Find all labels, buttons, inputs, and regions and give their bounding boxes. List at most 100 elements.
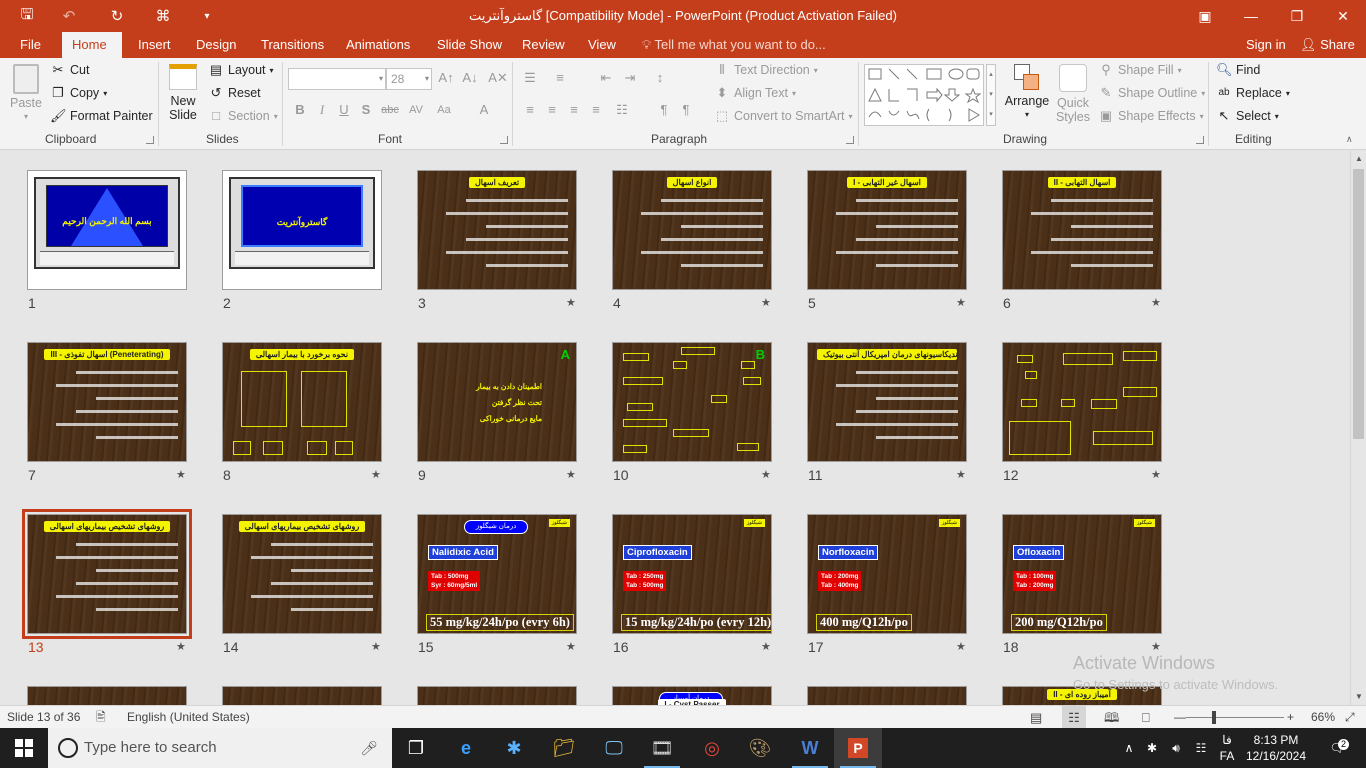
task-view-icon[interactable]: ❐ — [392, 728, 440, 768]
tab-file[interactable]: File — [10, 32, 51, 58]
tab-slide-show[interactable]: Slide Show — [427, 32, 512, 58]
columns-icon[interactable]: ☷ — [612, 100, 632, 120]
microphone-icon[interactable]: 🎤︎ — [360, 728, 378, 768]
transition-star-icon[interactable]: ★ — [761, 468, 771, 481]
shape-outline-button[interactable]: ✎ Shape Outline ▾ — [1098, 85, 1206, 101]
convert-smartart-button[interactable]: ⬚ Convert to SmartArt ▾ — [714, 108, 853, 124]
numbering-icon[interactable]: ≡ — [550, 68, 570, 88]
transition-star-icon[interactable]: ★ — [956, 468, 966, 481]
clock[interactable]: 8:13 PM 12/16/2024 — [1244, 728, 1308, 768]
volume-icon[interactable]: 🔊︎ — [1164, 728, 1188, 768]
slide-thumbnail[interactable]: B — [612, 342, 772, 462]
spellcheck-icon[interactable]: 🖹︎ — [96, 706, 106, 729]
transition-star-icon[interactable]: ★ — [176, 468, 186, 481]
replace-button[interactable]: ab Replace ▾ — [1216, 85, 1289, 101]
font-color-icon[interactable]: A — [474, 100, 494, 120]
italic-icon[interactable]: I — [312, 100, 332, 120]
zoom-slider[interactable] — [1186, 706, 1284, 729]
slide-thumbnail[interactable]: III - اسهال تفوذی (Peneterating) — [27, 342, 187, 462]
decrease-indent-icon[interactable]: ⇤ — [596, 68, 616, 88]
shrink-font-icon[interactable]: A↓ — [460, 68, 480, 88]
transition-star-icon[interactable]: ★ — [371, 640, 381, 653]
slideshow-view-icon[interactable]: ⎕ — [1142, 706, 1150, 729]
save-icon[interactable]: 🖫 — [10, 0, 44, 32]
zoom-level[interactable]: 66% — [1311, 706, 1335, 729]
copy-button[interactable]: ❐ Copy ▾ — [50, 85, 107, 101]
slide-thumbnail[interactable]: تعریف اسهال — [417, 170, 577, 290]
align-center-icon[interactable]: ≡ — [542, 100, 562, 120]
fit-to-window-icon[interactable]: ⤢ — [1345, 706, 1355, 729]
tab-design[interactable]: Design — [186, 32, 246, 58]
shape-effects-button[interactable]: ▣ Shape Effects ▾ — [1098, 108, 1204, 124]
text-direction-button[interactable]: ⫴ Text Direction ▾ — [714, 62, 817, 78]
file-explorer-icon[interactable]: 📁︎ — [540, 728, 588, 768]
format-painter-button[interactable]: 🖌︎ Format Painter — [50, 108, 153, 124]
align-text-button[interactable]: ⬍ Align Text ▾ — [714, 85, 796, 101]
paragraph-launcher-icon[interactable] — [846, 136, 854, 144]
slide-thumbnail[interactable] — [222, 686, 382, 705]
close-icon[interactable]: ✕ — [1320, 0, 1366, 32]
paste-button[interactable]: Paste ▾ — [8, 64, 44, 130]
scrollbar-thumb[interactable] — [1353, 169, 1364, 439]
rtl-direction-icon[interactable]: ¶ — [676, 100, 696, 120]
font-launcher-icon[interactable] — [500, 136, 508, 144]
slide-thumbnail[interactable]: شیگلوز Ciprofloxacin Tab : 250mg Tab : 500m… — [612, 514, 772, 634]
slide-thumbnail[interactable] — [807, 686, 967, 705]
zoom-in-icon[interactable]: + — [1287, 706, 1294, 729]
taskbar-search-box[interactable]: Type here to search 🎤︎ — [48, 728, 392, 768]
slide-thumbnail[interactable]: روشهای تشخیص بیماریهای اسهالی — [22, 509, 192, 639]
redo-icon[interactable]: ↻ — [100, 0, 134, 32]
image-viewer-icon[interactable]: 🎞︎ — [638, 728, 686, 768]
tab-view[interactable]: View — [578, 32, 626, 58]
line-spacing-icon[interactable]: ↕ — [650, 68, 670, 88]
justify-icon[interactable]: ≡ — [586, 100, 606, 120]
new-slide-button[interactable]: New Slide — [164, 64, 202, 122]
transition-star-icon[interactable]: ★ — [176, 640, 186, 653]
transition-star-icon[interactable]: ★ — [566, 468, 576, 481]
windows-start-icon[interactable] — [0, 728, 48, 768]
slide-thumbnail[interactable]: نحوه برخورد با بیمار اسهالی — [222, 342, 382, 462]
drawing-launcher-icon[interactable] — [1196, 136, 1204, 144]
transition-star-icon[interactable]: ★ — [371, 468, 381, 481]
ribbon-display-icon[interactable]: ▣ — [1182, 0, 1228, 32]
character-spacing-icon[interactable]: AV — [406, 100, 426, 120]
tray-expand-icon[interactable]: ∧ — [1118, 728, 1140, 768]
bluetooth-app-icon[interactable]: ✱ — [490, 728, 538, 768]
restore-icon[interactable]: ❐ — [1274, 0, 1320, 32]
reading-view-icon[interactable]: 🕮︎ — [1104, 706, 1119, 729]
word-app-icon[interactable]: W — [786, 728, 834, 768]
reset-button[interactable]: ↺ Reset — [208, 85, 261, 101]
slide-sorter-view-icon[interactable]: ☷ — [1062, 706, 1086, 729]
font-name-combo[interactable]: ▾ — [288, 68, 386, 90]
tray-bluetooth-icon[interactable]: ✱ — [1142, 728, 1162, 768]
layout-button[interactable]: ▤ Layout ▾ — [208, 62, 274, 78]
slide-thumbnail[interactable]: شیگلوز Ofloxacin Tab : 100mg Tab : 200mg 200… — [1002, 514, 1162, 634]
slide-thumbnail[interactable]: II - اسهال التهابی — [1002, 170, 1162, 290]
qat-dropdown-icon[interactable]: ▾ — [190, 0, 224, 32]
slide-thumbnail[interactable]: شیگلوز Norfloxacin Tab : 200mg Tab : 400mg 4… — [807, 514, 967, 634]
normal-view-icon[interactable]: ▤ — [1030, 706, 1042, 729]
paint-app-icon[interactable]: 🎨︎ — [736, 728, 784, 768]
slide-thumbnail[interactable] — [417, 686, 577, 705]
computer-app-icon[interactable]: 🖵︎ — [590, 728, 638, 768]
slide-thumbnail[interactable]: درمان آمیبیازI - Cyst Passer — [612, 686, 772, 705]
find-button[interactable]: 🔍︎ Find — [1216, 62, 1260, 78]
ltr-direction-icon[interactable]: ¶ — [654, 100, 674, 120]
transition-star-icon[interactable]: ★ — [1151, 468, 1161, 481]
powerpoint-app-icon[interactable]: P — [834, 728, 882, 768]
chrome-browser-icon[interactable]: ◎ — [688, 728, 736, 768]
section-button[interactable]: □ Section ▾ — [208, 108, 278, 124]
tab-transitions[interactable]: Transitions — [251, 32, 334, 58]
cut-button[interactable]: ✂ Cut — [50, 62, 90, 78]
underline-icon[interactable]: U — [334, 100, 354, 120]
scroll-up-icon[interactable]: ▲ — [1351, 151, 1366, 167]
tab-insert[interactable]: Insert — [128, 32, 181, 58]
transition-star-icon[interactable]: ★ — [1151, 296, 1161, 309]
transition-star-icon[interactable]: ★ — [566, 640, 576, 653]
minimize-icon[interactable]: — — [1228, 0, 1274, 32]
network-icon[interactable]: ☷ — [1190, 728, 1212, 768]
slide-thumbnail[interactable]: I - اسهال غیر التهابی — [807, 170, 967, 290]
change-case-icon[interactable]: Aa — [434, 100, 454, 120]
slide-thumbnail[interactable]: A اطمینان دادن به بیمار تحت نظر گرفتن مایع … — [417, 342, 577, 462]
slide-thumbnail[interactable]: انواع اسهال — [612, 170, 772, 290]
